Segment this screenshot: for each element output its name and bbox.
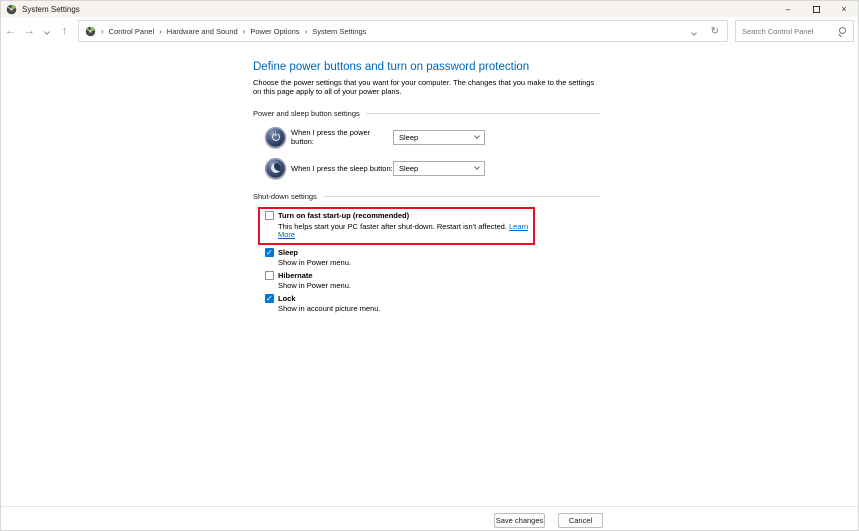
recent-pages-chevron-icon[interactable]	[39, 27, 55, 36]
save-changes-button[interactable]: Save changes	[494, 513, 545, 528]
back-icon[interactable]: ←	[1, 25, 20, 37]
page-title: Define power buttons and turn on passwor…	[253, 61, 530, 73]
search-icon[interactable]	[838, 26, 847, 36]
power-options-app-icon	[6, 4, 17, 14]
hibernate-description: Show in Power menu.	[278, 281, 351, 290]
power-glyph	[271, 133, 280, 141]
fast-startup-description-text: This helps start your PC faster after sh…	[278, 221, 507, 231]
breadcrumb-separator: ›	[101, 26, 104, 36]
page-description: Choose the power settings that you want …	[253, 78, 595, 96]
fast-startup-row: Turn on fast start-up (recommended)	[265, 211, 529, 220]
sleep-description: Show in Power menu.	[278, 258, 351, 267]
sleep-checkbox[interactable]	[265, 247, 274, 257]
forward-icon[interactable]: →	[20, 25, 39, 37]
sleep-menu-item: Sleep Show in Power menu.	[265, 247, 601, 268]
breadcrumb-item-system-settings[interactable]: System Settings	[312, 27, 366, 36]
breadcrumb-controls: ↻	[690, 22, 719, 40]
system-settings-window: System Settings – × ← → ↑ › Control Pane…	[0, 0, 859, 531]
close-icon[interactable]: ×	[830, 1, 858, 17]
section-header-power-buttons: Power and sleep button settings	[253, 109, 601, 118]
up-icon[interactable]: ↑	[55, 25, 74, 37]
search-input[interactable]	[742, 26, 838, 36]
maximize-box-glyph	[812, 5, 820, 13]
footer-divider	[1, 506, 858, 507]
sleep-button-label: When I press the sleep button:	[291, 163, 393, 173]
power-options-breadcrumb-icon	[85, 26, 96, 36]
breadcrumb-item-control-panel[interactable]: Control Panel	[109, 27, 154, 36]
titlebar: System Settings – ×	[1, 1, 858, 17]
breadcrumb-separator: ›	[242, 26, 246, 36]
lock-checkbox[interactable]	[265, 293, 274, 303]
power-button-action-select[interactable]: Sleep	[393, 129, 485, 145]
sleep-label[interactable]: Sleep	[278, 248, 298, 257]
sleep-button-row: When I press the sleep button: Sleep	[265, 156, 601, 180]
maximize-icon[interactable]	[802, 1, 830, 17]
navigation-bar: ← → ↑ › Control Panel › Hardware and Sou…	[1, 17, 858, 45]
moon-glyph	[270, 163, 281, 173]
power-button-action-value: Sleep	[399, 132, 419, 142]
section-header-shutdown: Shut-down settings	[253, 192, 601, 201]
hibernate-label[interactable]: Hibernate	[278, 271, 313, 280]
hibernate-menu-item: Hibernate Show in Power menu.	[265, 270, 601, 291]
sleep-menu-row: Sleep	[265, 247, 601, 257]
address-dropdown-chevron-icon[interactable]	[690, 22, 697, 40]
window-title: System Settings	[22, 4, 80, 14]
lock-description: Show in account picture menu.	[278, 304, 381, 313]
fast-startup-description: This helps start your PC faster after sh…	[278, 221, 529, 240]
fast-startup-item-highlighted: Turn on fast start-up (recommended) This…	[258, 207, 535, 245]
breadcrumb[interactable]: › Control Panel › Hardware and Sound › P…	[78, 20, 728, 42]
chevron-down-icon	[474, 133, 480, 139]
fast-startup-checkbox[interactable]	[265, 211, 274, 220]
hibernate-checkbox[interactable]	[265, 270, 274, 280]
cancel-button[interactable]: Cancel	[558, 513, 603, 528]
search-box	[735, 20, 854, 42]
lock-label[interactable]: Lock	[278, 294, 296, 303]
fast-startup-label[interactable]: Turn on fast start-up (recommended)	[278, 211, 409, 220]
breadcrumb-separator: ›	[159, 26, 162, 36]
chevron-down-icon	[474, 164, 480, 170]
sleep-button-action-select[interactable]: Sleep	[393, 160, 485, 176]
power-button-icon	[265, 126, 286, 148]
breadcrumb-separator: ›	[304, 26, 308, 36]
sleep-button-action-value: Sleep	[399, 163, 419, 173]
breadcrumb-item-power-options[interactable]: Power Options	[250, 27, 299, 36]
power-button-row: When I press the power button: Sleep	[265, 125, 601, 149]
window-controls: – ×	[774, 1, 858, 17]
hibernate-menu-row: Hibernate	[265, 270, 601, 280]
shutdown-settings-section: Shut-down settings Turn on fast start-up…	[253, 192, 601, 314]
lock-menu-row: Lock	[265, 293, 601, 303]
sleep-button-icon	[265, 157, 286, 179]
refresh-icon[interactable]: ↻	[711, 26, 719, 37]
power-button-label: When I press the power button:	[291, 128, 371, 146]
minimize-icon[interactable]: –	[774, 1, 802, 17]
lock-menu-item: Lock Show in account picture menu.	[265, 293, 601, 314]
main-content: Define power buttons and turn on passwor…	[253, 61, 601, 314]
breadcrumb-item-hardware-and-sound[interactable]: Hardware and Sound	[167, 27, 238, 36]
